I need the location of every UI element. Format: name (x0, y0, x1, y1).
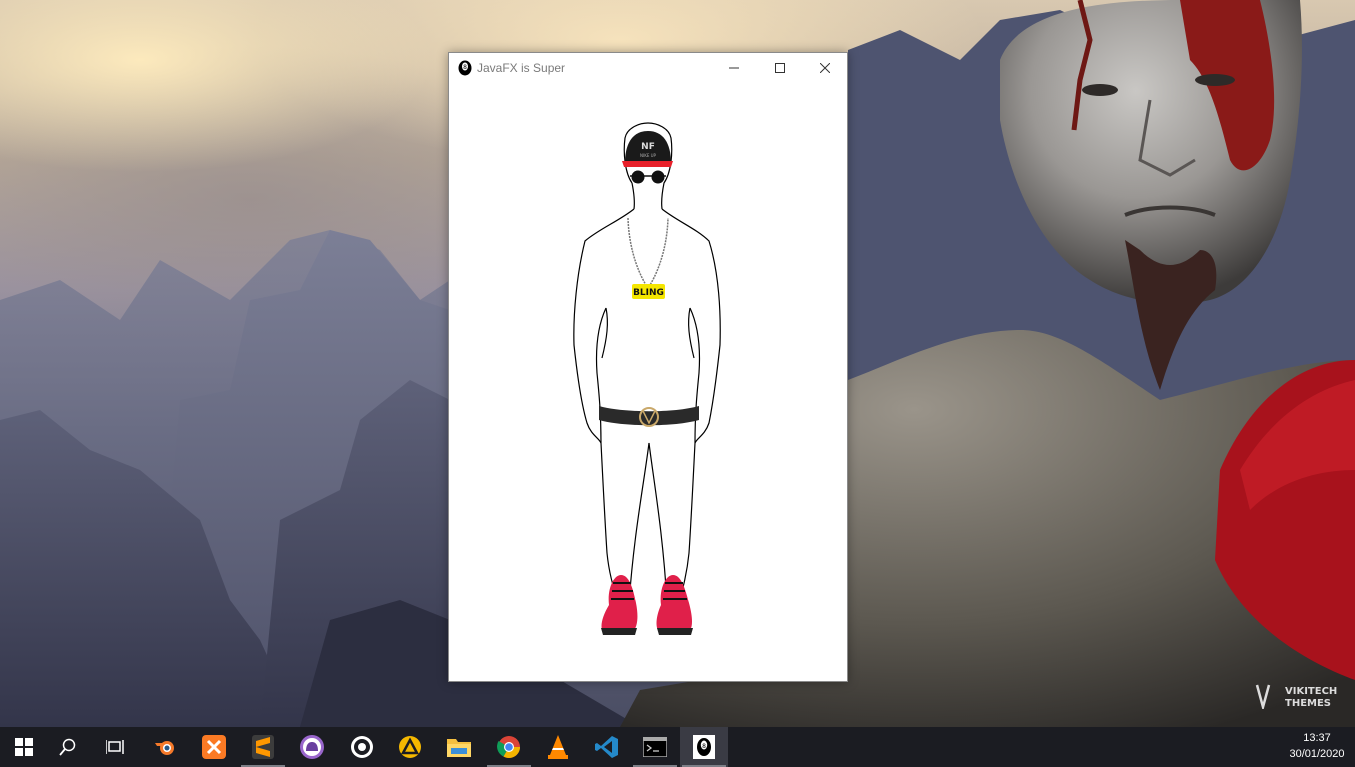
taskbar-chrome[interactable] (485, 727, 533, 767)
search-button[interactable] (44, 727, 92, 767)
body-outline (573, 122, 721, 604)
taskbar-vscode[interactable] (583, 727, 631, 767)
svg-text:8: 8 (702, 743, 706, 750)
windows-icon (15, 738, 33, 756)
javafx-window[interactable]: 8 JavaFX is Super BLING NF NIKE UP (448, 52, 848, 682)
taskbar-blender[interactable] (141, 727, 189, 767)
cap-logo: NF (641, 142, 655, 152)
vlc-icon (548, 735, 568, 759)
cap-subtext: NIKE UP (640, 153, 657, 158)
obs-icon (351, 736, 373, 758)
vscode-icon (595, 736, 618, 758)
belt (599, 406, 699, 427)
taskbar-vlc[interactable] (534, 727, 582, 767)
clock-time: 13:37 (1303, 732, 1331, 744)
maximize-icon (775, 63, 785, 73)
svg-text:8: 8 (463, 64, 467, 71)
vikitech-watermark: VIKITECH THEMES (1255, 684, 1337, 709)
maximize-button[interactable] (757, 53, 803, 83)
sunglasses (630, 170, 666, 184)
window-title: JavaFX is Super (477, 61, 566, 75)
xampp-icon (202, 735, 226, 759)
close-icon (820, 63, 830, 73)
system-clock[interactable]: 13:37 30/01/2020 (1285, 730, 1349, 762)
minimize-icon (729, 67, 739, 69)
baseball-cap: NF NIKE UP (622, 131, 673, 167)
bling-necklace: BLING (627, 217, 669, 299)
svg-text:THEMES: THEMES (1285, 698, 1331, 709)
blender-icon (155, 741, 174, 755)
taskbar-xampp[interactable] (190, 727, 238, 767)
taskbar-java-app[interactable]: 8 (680, 727, 728, 767)
pendant-text: BLING (633, 288, 664, 298)
taskbar-triangle-app[interactable] (386, 727, 434, 767)
taskbar-file-explorer[interactable] (435, 727, 483, 767)
task-view-icon (106, 740, 124, 754)
sneakers (601, 575, 693, 635)
sublime-icon (252, 735, 274, 759)
taskbar-sublime-text[interactable] (239, 727, 287, 767)
taskbar-github-desktop[interactable] (288, 727, 336, 767)
folder-icon (447, 739, 471, 757)
minimize-button[interactable] (711, 53, 757, 83)
taskbar-terminal[interactable] (631, 727, 679, 767)
eight-ball-icon: 8 (458, 60, 472, 76)
github-icon (300, 735, 324, 759)
terminal-icon (643, 737, 667, 757)
close-button[interactable] (802, 53, 848, 83)
taskbar: 8 13:37 30/01/2020 (0, 727, 1355, 767)
taskbar-obs-studio[interactable] (338, 727, 386, 767)
avatar-canvas: BLING NF NIKE UP (573, 122, 721, 635)
eight-ball-icon: 8 (693, 735, 715, 759)
task-view-button[interactable] (91, 727, 139, 767)
chrome-icon (497, 736, 520, 758)
search-icon (59, 738, 76, 756)
clock-date: 30/01/2020 (1289, 748, 1345, 760)
triangle-app-icon (399, 736, 421, 758)
start-button[interactable] (0, 727, 48, 767)
svg-text:VIKITECH: VIKITECH (1285, 686, 1337, 697)
window-titlebar[interactable]: 8 JavaFX is Super (449, 53, 847, 83)
